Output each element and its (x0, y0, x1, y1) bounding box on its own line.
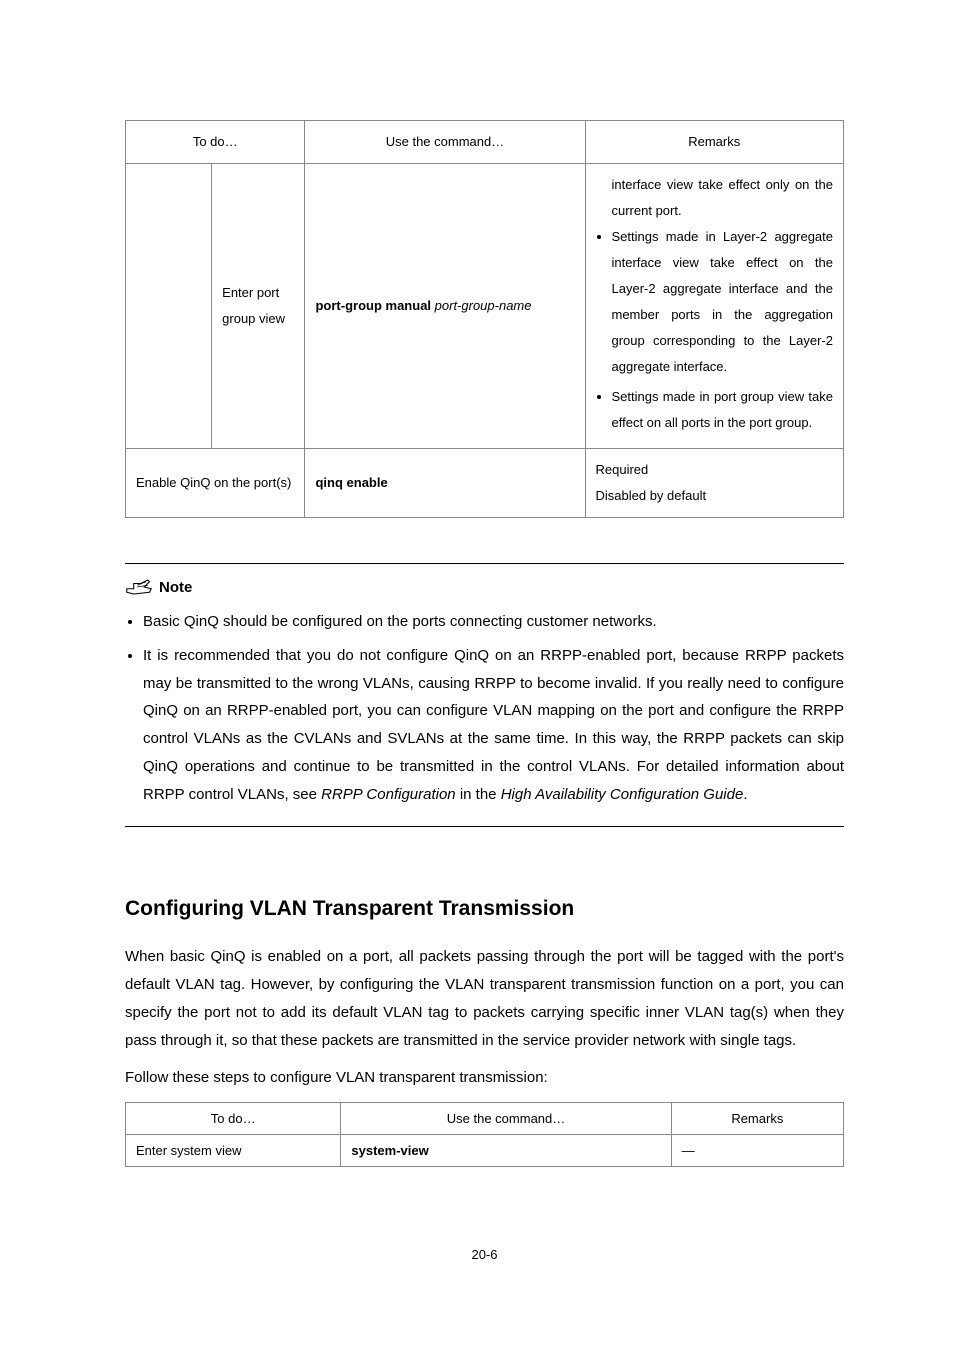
th-todo: To do… (126, 121, 305, 164)
remark-bullets: Settings made in Layer-2 aggregate inter… (596, 224, 834, 436)
note-item: Basic QinQ should be configured on the p… (143, 608, 844, 636)
td-dash: — (671, 1135, 843, 1167)
cmd-bold: port-group manual (315, 298, 431, 313)
page-container: To do… Use the command… Remarks Enter po… (0, 0, 954, 1322)
config-table-top: To do… Use the command… Remarks Enter po… (125, 120, 844, 518)
table-header-row: To do… Use the command… Remarks (126, 1103, 844, 1135)
note-mid: in the (456, 786, 501, 803)
td-remarks-list: interface view take effect only on the c… (585, 164, 844, 449)
table-header-row: To do… Use the command… Remarks (126, 121, 844, 164)
remark-disabled: Disabled by default (596, 483, 834, 509)
table-row: Enable QinQ on the port(s) qinq enable R… (126, 449, 844, 518)
remark-bullet: Settings made in Layer-2 aggregate inter… (612, 224, 834, 380)
note-hand-icon (125, 576, 153, 598)
th-command: Use the command… (305, 121, 585, 164)
remark-line1: interface view take effect only on the c… (596, 172, 834, 224)
remark-bullet: Settings made in port group view take ef… (612, 384, 834, 436)
config-table-bottom: To do… Use the command… Remarks Enter sy… (125, 1102, 844, 1167)
th-remarks: Remarks (585, 121, 844, 164)
body-paragraph: Follow these steps to configure VLAN tra… (125, 1064, 844, 1092)
note-title: Note (159, 579, 192, 596)
th-todo: To do… (126, 1103, 341, 1135)
td-cmd-port-group: port-group manual port-group-name (305, 164, 585, 449)
note-block: Note Basic QinQ should be configured on … (125, 563, 844, 827)
body-paragraph: When basic QinQ is enabled on a port, al… (125, 943, 844, 1054)
note-period: . (743, 786, 747, 803)
note-rule-bottom (125, 826, 844, 827)
th-remarks: Remarks (671, 1103, 843, 1135)
note-ital2: High Availability Configuration Guide (501, 786, 744, 803)
note-list: Basic QinQ should be configured on the p… (125, 608, 844, 808)
td-enable-qinq: Enable QinQ on the port(s) (126, 449, 305, 518)
th-command: Use the command… (341, 1103, 671, 1135)
section-heading: Configuring VLAN Transparent Transmissio… (125, 897, 844, 921)
page-number: 20-6 (125, 1247, 844, 1262)
td-enter-port-group: Enter port group view (212, 164, 305, 449)
note-item: It is recommended that you do not config… (143, 642, 844, 809)
note-rule-top (125, 563, 844, 564)
note-ital1: RRPP Configuration (321, 786, 456, 803)
td-cmd-qinq: qinq enable (305, 449, 585, 518)
note-header: Note (125, 576, 844, 598)
table-row: Enter system view system-view — (126, 1135, 844, 1167)
td-enter-system-view: Enter system view (126, 1135, 341, 1167)
td-remarks-required: Required Disabled by default (585, 449, 844, 518)
td-empty-left (126, 164, 212, 449)
td-cmd-system-view: system-view (341, 1135, 671, 1167)
table-row: Enter port group view port-group manual … (126, 164, 844, 449)
cmd-arg: port-group-name (435, 298, 532, 313)
note-text: It is recommended that you do not config… (143, 647, 844, 803)
remark-required: Required (596, 457, 834, 483)
